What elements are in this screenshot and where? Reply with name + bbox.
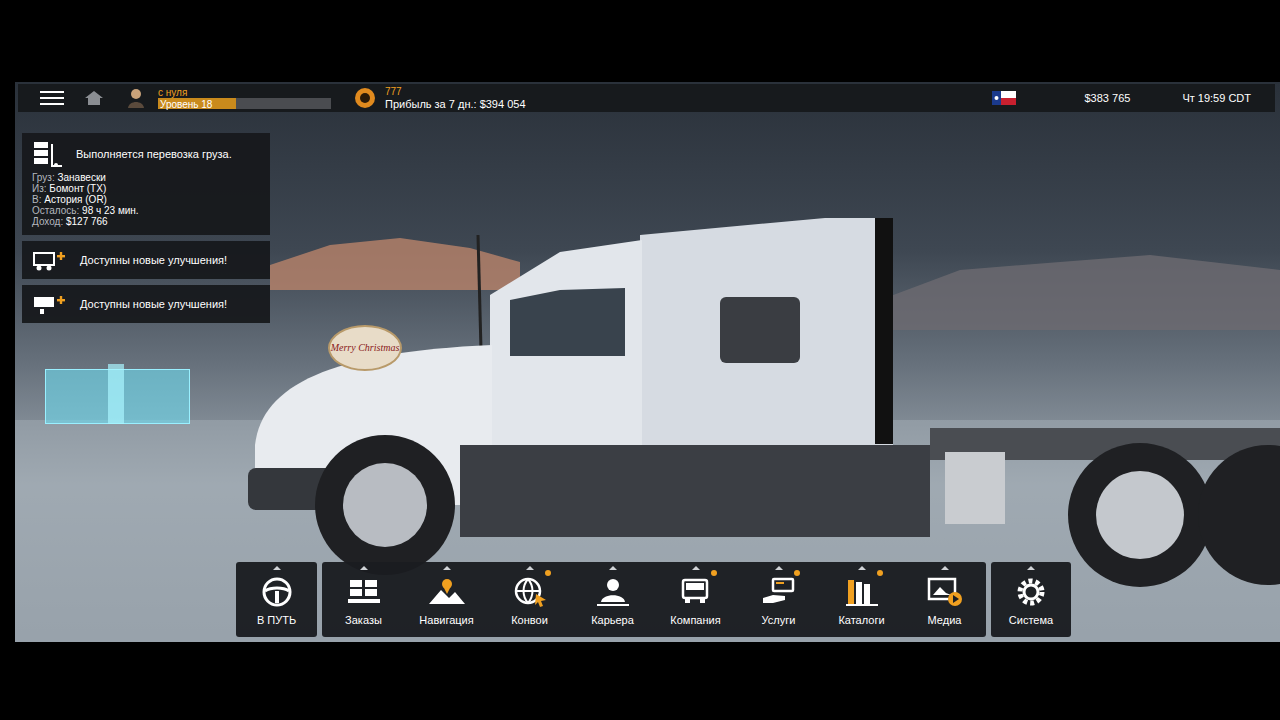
menu-group: В ПУТЬ [236,562,317,637]
job-title: Выполняется перевозка груза. [76,148,232,160]
media-icon [925,576,965,608]
top-bar: с нуляУровень 18 777Прибыль за 7 дн.: $39… [18,84,1275,112]
menu-item[interactable]: Конвои [488,562,571,637]
points: 777Прибыль за 7 дн.: $394 054 [385,86,526,110]
job-field: Груз: Занавески [32,172,260,183]
menu-label: Услуги [762,614,796,626]
coin-icon [353,87,377,109]
drive-icon [257,576,297,608]
menu-group: Заказы Навигация Конвои Карьера Компания Услу… [322,562,986,637]
game-frame: Merry Christmas с нуляУровень 18 777Прибыл… [15,82,1280,642]
level-bar: Уровень 18 [158,98,331,109]
navigation-icon [427,576,467,608]
notify-dot [877,570,883,576]
services-icon [759,576,799,608]
menu-label: В ПУТЬ [257,614,296,626]
menu-icon[interactable] [40,90,64,106]
menu-item[interactable]: Медиа [903,562,986,637]
menu-label: Конвои [511,614,548,626]
job-field: Осталось: 98 ч 23 мин. [32,205,260,216]
content: Выполняется перевозка груза. Груз: Занаве… [15,112,1280,424]
chevron-icon [609,566,617,570]
left-column: Выполняется перевозка груза. Груз: Занаве… [22,133,270,424]
menu-label: Карьера [591,614,634,626]
menu-label: Медиа [928,614,962,626]
menu-group: Система [991,562,1071,637]
profile-name: с нуля [158,87,331,98]
menu-item[interactable]: Система [991,562,1071,637]
notification[interactable]: Доступны новые улучшения! [22,285,270,323]
points-value: 777 [385,86,526,98]
job-card[interactable]: Выполняется перевозка груза. Груз: Занаве… [22,133,270,235]
menu-item[interactable]: Заказы [322,562,405,637]
catalogs-icon [842,576,882,608]
menu-label: Компания [670,614,720,626]
menu-item[interactable]: Навигация [405,562,488,637]
chevron-icon [273,566,281,570]
notify-dot [711,570,717,576]
menu-item[interactable]: Компания [654,562,737,637]
weekly-profit: Прибыль за 7 дн.: $394 054 [385,98,526,110]
chevron-icon [360,566,368,570]
menu-label: Навигация [419,614,473,626]
bottom-menu: В ПУТЬ Заказы Навигация Конвои Карьера Компан… [236,562,1280,637]
convoy-icon [510,576,550,608]
texas-flag-icon [992,91,1016,105]
menu-item[interactable]: Карьера [571,562,654,637]
notification-text: Доступны новые улучшения! [80,298,227,310]
notify-dot [794,570,800,576]
notification-text: Доступны новые улучшения! [80,254,227,266]
clock: Чт 19:59 CDT [1182,92,1251,104]
company-icon [676,576,716,608]
truck-upgrade-icon [32,248,66,272]
menu-item[interactable]: Каталоги [820,562,903,637]
screen: Merry Christmas с нуляУровень 18 777Прибыл… [0,0,1280,720]
job-field: Из: Бомонт (TX) [32,183,260,194]
cargo-icon [32,140,64,168]
orders-icon [344,576,384,608]
menu-label: Система [1009,614,1053,626]
menu-label: Каталоги [838,614,884,626]
gift-icon[interactable] [45,369,190,424]
job-field: Доход: $127 766 [32,216,260,227]
menu-item[interactable]: Услуги [737,562,820,637]
chevron-icon [443,566,451,570]
chevron-icon [775,566,783,570]
avatar-icon[interactable] [126,87,146,109]
chevron-icon [526,566,534,570]
notification[interactable]: Доступны новые улучшения! [22,241,270,279]
career-icon [593,576,633,608]
chevron-icon [1027,566,1035,570]
chevron-icon [941,566,949,570]
home-icon[interactable] [84,90,104,106]
menu-label: Заказы [345,614,382,626]
trailer-upgrade-icon [32,292,66,316]
menu-item[interactable]: В ПУТЬ [236,562,317,637]
balance: $383 765 [1084,92,1130,104]
notify-dot [545,570,551,576]
profile[interactable]: с нуляУровень 18 [158,87,331,109]
chevron-icon [692,566,700,570]
system-icon [1011,576,1051,608]
level-label: Уровень 18 [158,99,212,110]
christmas-badge: Merry Christmas [328,325,402,371]
chevron-icon [858,566,866,570]
job-field: В: Астория (OR) [32,194,260,205]
